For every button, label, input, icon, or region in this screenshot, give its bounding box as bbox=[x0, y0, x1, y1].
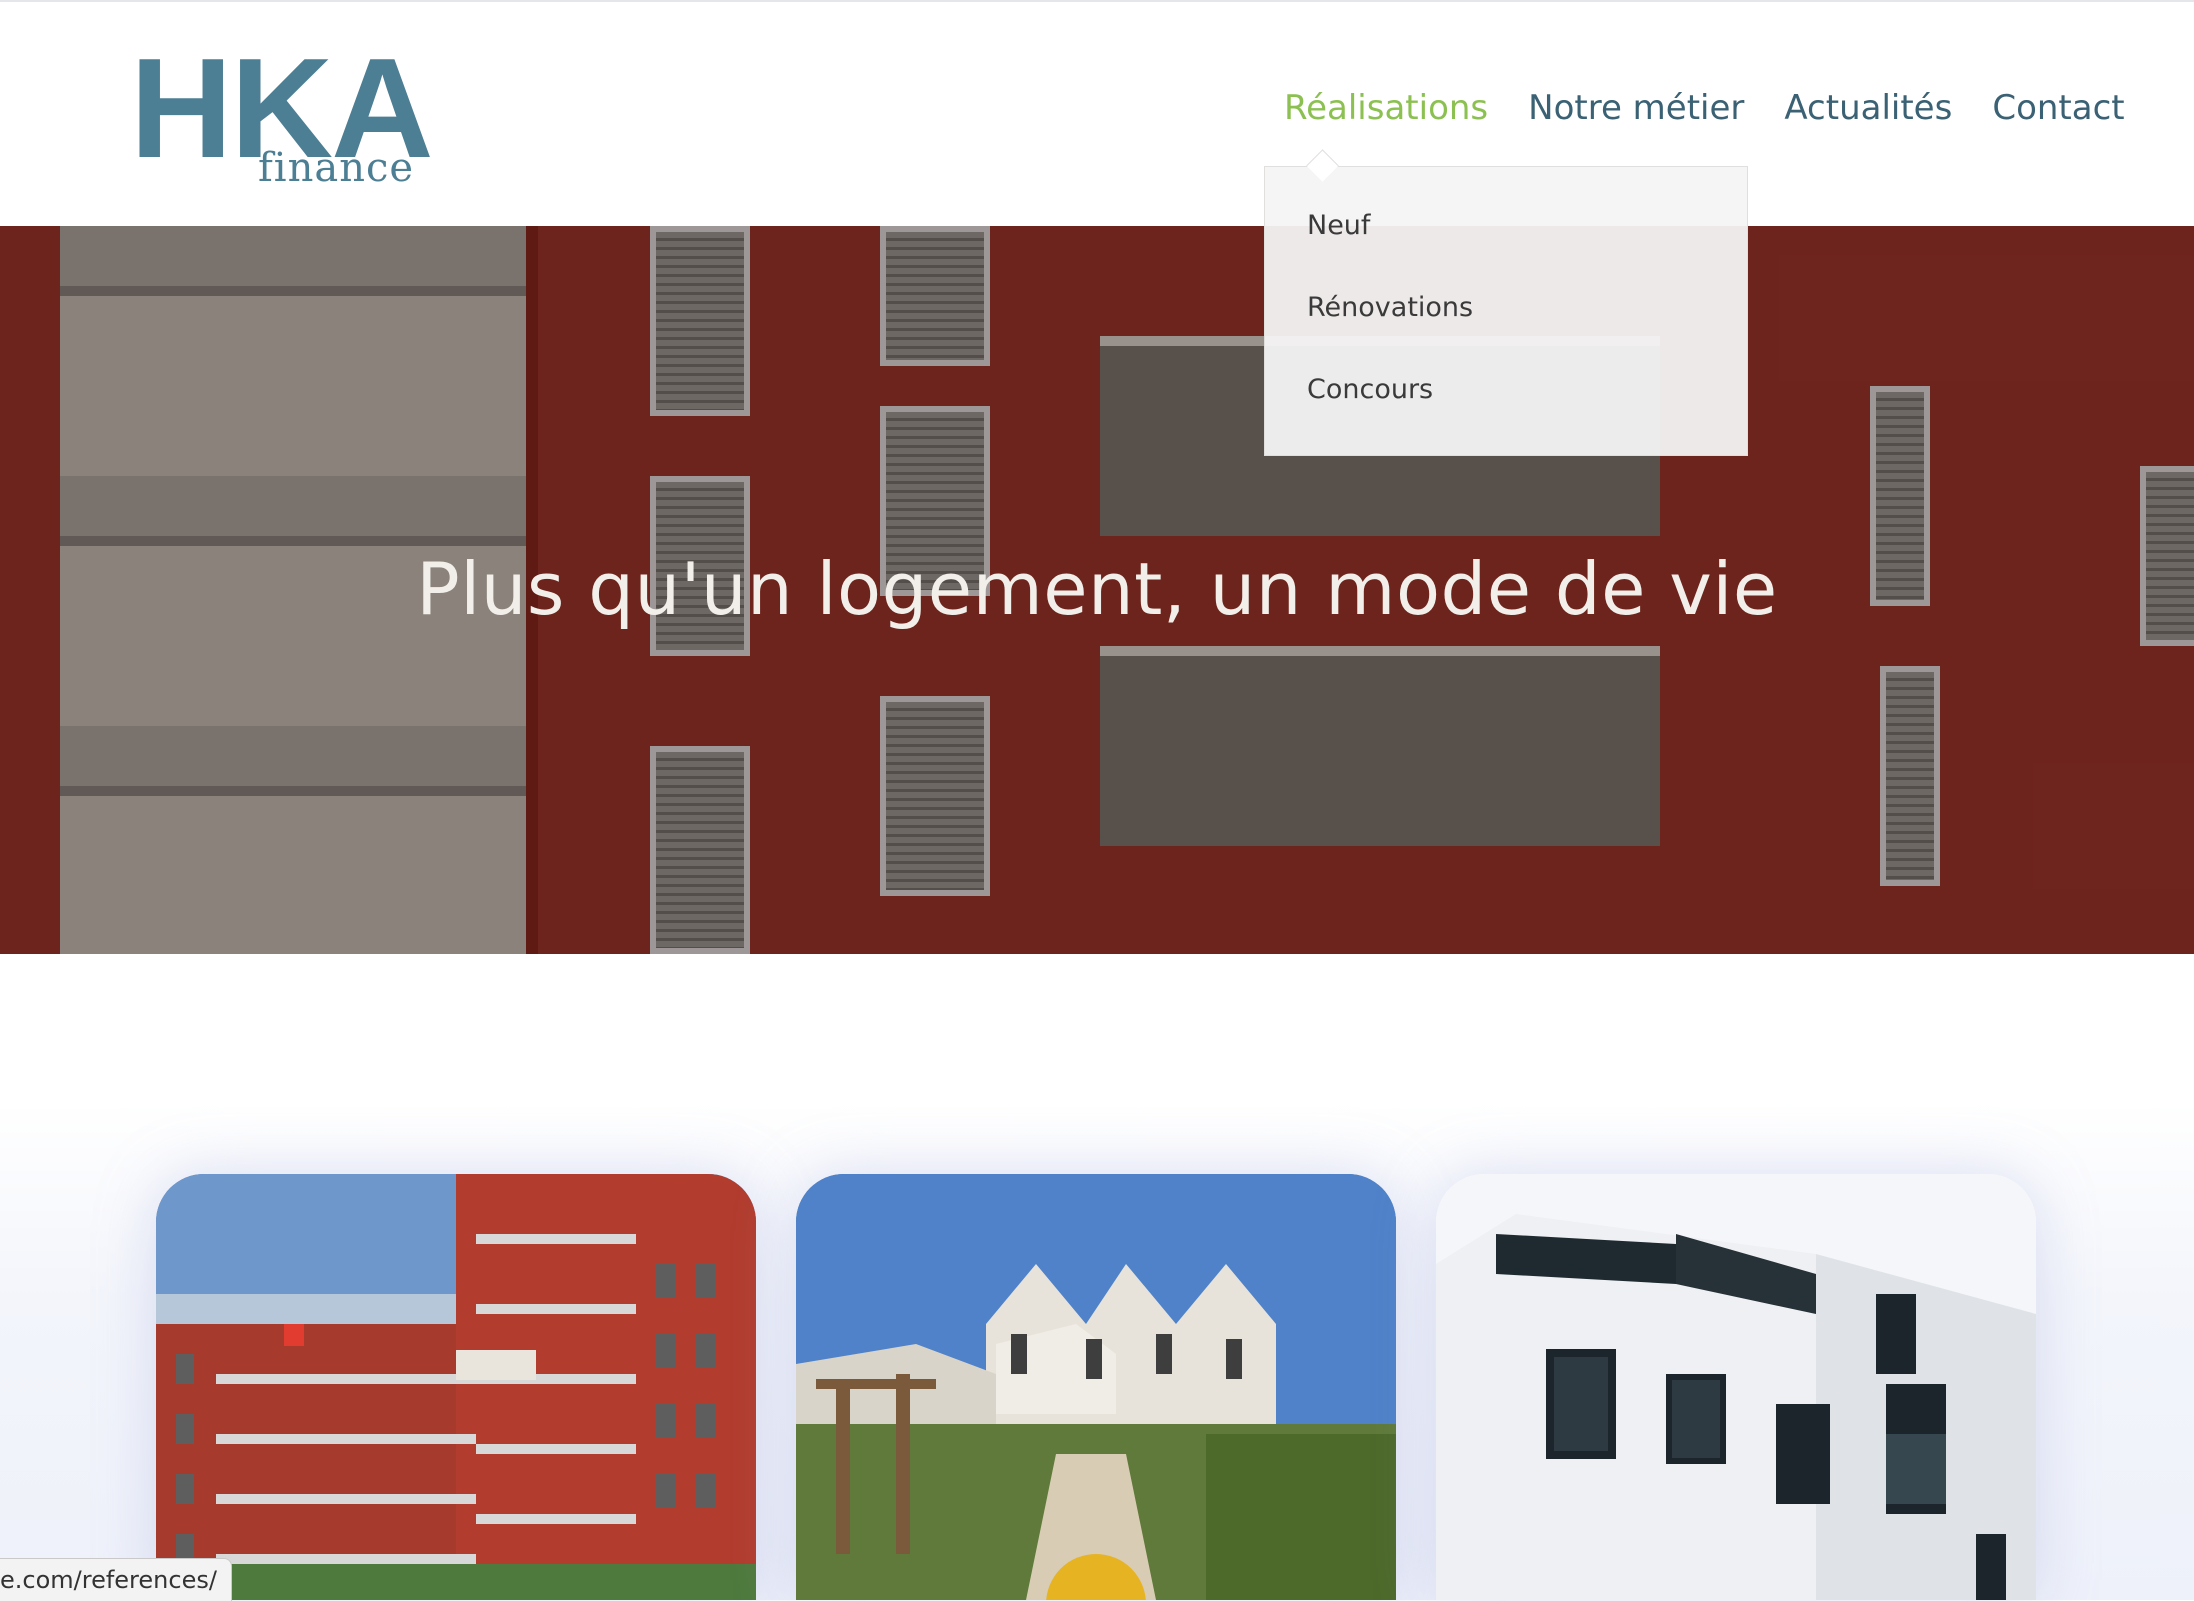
hero-banner: Plus qu'un logement, un mode de vie bbox=[0, 226, 2194, 954]
nav-item-contact[interactable]: Contact bbox=[1992, 84, 2124, 132]
site-header: HKA finance Réalisations Notre métier Ac… bbox=[0, 2, 2194, 226]
main-nav: Réalisations Notre métier Actualités Con… bbox=[1284, 84, 2125, 132]
dropdown-item-renovations[interactable]: Rénovations bbox=[1265, 291, 1747, 325]
nav-item-notre-metier[interactable]: Notre métier bbox=[1528, 84, 1744, 132]
project-card-modern-white-building[interactable] bbox=[1436, 1174, 2036, 1600]
site-logo[interactable]: HKA finance bbox=[130, 38, 434, 194]
project-card-red-building[interactable] bbox=[156, 1174, 756, 1600]
nav-item-actualites[interactable]: Actualités bbox=[1784, 84, 1952, 132]
hero-title: Plus qu'un logement, un mode de vie bbox=[416, 547, 1778, 631]
modern-white-building-photo bbox=[1436, 1174, 2036, 1600]
realisations-dropdown-menu: Neuf Rénovations Concours bbox=[1264, 149, 1748, 456]
logo-subtitle: finance bbox=[258, 145, 415, 191]
white-terraced-houses-photo bbox=[796, 1174, 1396, 1600]
project-card-white-houses[interactable] bbox=[796, 1174, 1396, 1600]
nav-item-realisations[interactable]: Réalisations bbox=[1284, 84, 1488, 132]
dropdown-item-neuf[interactable]: Neuf bbox=[1265, 209, 1747, 243]
dropdown-item-concours[interactable]: Concours bbox=[1265, 373, 1747, 407]
red-apartment-building-photo bbox=[156, 1174, 756, 1600]
browser-status-url: e.com/references/ bbox=[0, 1558, 232, 1601]
